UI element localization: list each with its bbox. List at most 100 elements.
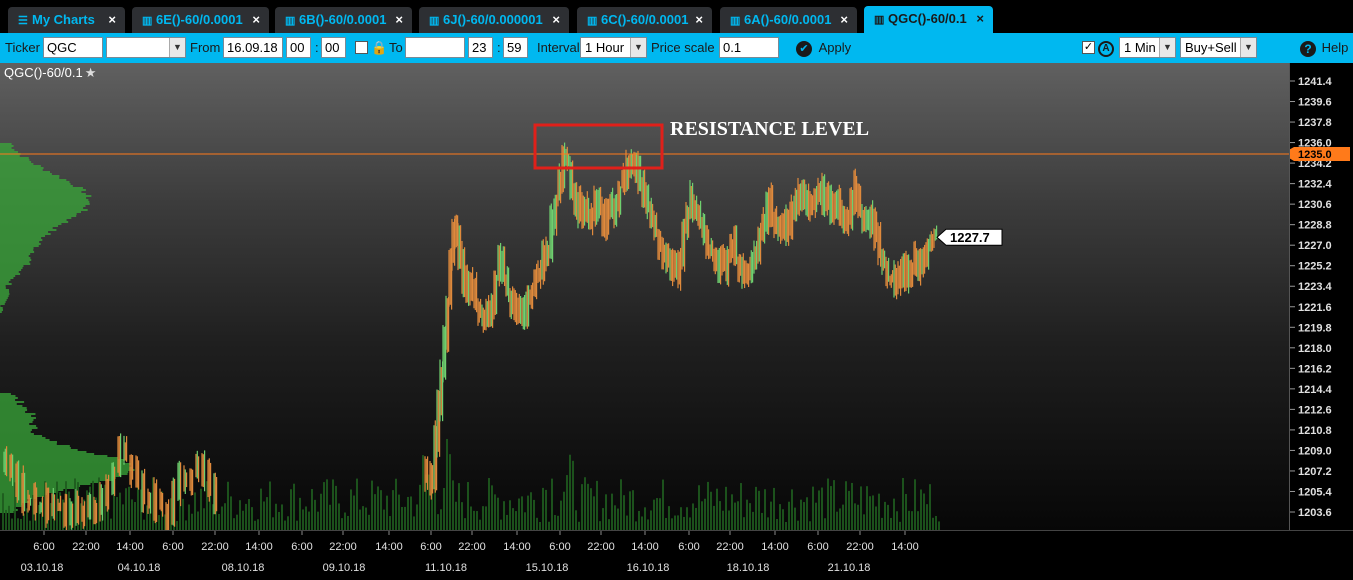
volume-bar	[158, 515, 160, 530]
close-icon[interactable]: ×	[695, 7, 703, 33]
to-minute-input[interactable]: 59	[503, 37, 528, 58]
resistance-price-tag: 1235.0	[1290, 146, 1350, 161]
price-tick-label: 1239.6	[1298, 97, 1332, 109]
volume-bar	[8, 505, 10, 530]
volume-bar	[530, 492, 532, 530]
tab-6a[interactable]: ▥ 6A()-60/0.0001 ×	[720, 7, 857, 33]
volume-bar	[539, 521, 541, 530]
lock-icon[interactable]: 🔒	[371, 33, 387, 63]
volume-bar	[881, 517, 883, 530]
volume-bar	[128, 486, 130, 530]
volume-bar	[302, 509, 304, 530]
volume-bar	[575, 510, 577, 530]
profile-bar	[0, 435, 43, 437]
volume-bar	[350, 489, 352, 530]
profile-bar	[0, 433, 34, 435]
interval-select[interactable]: 1 Hour ▼	[580, 37, 647, 58]
star-icon[interactable]: ★	[85, 65, 97, 80]
from-minute-input[interactable]: 00	[321, 37, 346, 58]
time-tick-label: 6:00	[291, 541, 312, 553]
price-tick-label: 1219.8	[1298, 322, 1332, 334]
date-tick-label: 11.10.18	[425, 562, 467, 574]
volume-bar	[581, 484, 583, 530]
help-icon: ?	[1300, 40, 1316, 57]
volume-bar	[488, 478, 490, 530]
profile-bar	[0, 303, 5, 305]
volume-bar	[590, 488, 592, 530]
close-icon[interactable]: ×	[252, 7, 260, 33]
time-tick-label: 6:00	[33, 541, 54, 553]
volume-bar	[908, 510, 910, 530]
volume-bar	[287, 516, 289, 530]
auto-icon[interactable]: A	[1098, 33, 1114, 63]
profile-bar	[0, 163, 34, 165]
resistance-annotation-box	[533, 123, 664, 170]
volume-bar	[542, 487, 544, 530]
volume-bar	[473, 510, 475, 530]
tab-6e[interactable]: ▥ 6E()-60/0.0001 ×	[132, 7, 269, 33]
profile-bar	[0, 287, 6, 289]
tab-my-charts[interactable]: ☰ My Charts ×	[8, 7, 125, 33]
profile-bar	[0, 177, 60, 179]
volume-bar	[656, 498, 658, 530]
volume-bar	[404, 506, 406, 530]
volume-bar	[839, 508, 841, 530]
tab-qgc[interactable]: ▥ QGC()-60/0.1 ×	[864, 6, 993, 33]
close-icon[interactable]: ×	[976, 6, 984, 32]
from-date-input[interactable]: 16.09.18	[223, 37, 283, 58]
volume-bar	[242, 510, 244, 530]
profile-bar	[0, 399, 16, 401]
profile-bar	[0, 197, 87, 199]
volume-bar	[641, 516, 643, 530]
volume-bar	[200, 488, 202, 530]
volume-bar	[734, 502, 736, 530]
volume-bar	[563, 491, 565, 530]
tab-6b[interactable]: ▥ 6B()-60/0.0001 ×	[275, 7, 412, 33]
volume-bar	[749, 503, 751, 530]
to-hour-input[interactable]: 23	[468, 37, 493, 58]
to-date-input[interactable]	[405, 37, 465, 58]
tab-6j[interactable]: ▥ 6J()-60/0.000001 ×	[419, 7, 569, 33]
volume-bar	[713, 505, 715, 530]
close-icon[interactable]: ×	[552, 7, 560, 33]
close-icon[interactable]: ×	[395, 7, 403, 33]
volume-bar	[551, 478, 553, 530]
volume-bar	[437, 514, 439, 530]
profile-bar	[0, 145, 14, 147]
chart-canvas[interactable]: RESISTANCE LEVEL 1227.7 QGC()-60/0.1 ★	[0, 63, 1289, 530]
to-enable-checkbox[interactable]	[355, 41, 368, 54]
apply-button[interactable]: ✔ Apply	[796, 33, 851, 63]
last-price-tag-text: 1227.7	[950, 230, 990, 245]
volume-bar	[197, 511, 199, 530]
volume-bar	[797, 520, 799, 530]
time-tick-label: 14:00	[761, 541, 789, 553]
price-scale-input[interactable]: 0.1	[719, 37, 779, 58]
aggregation-select[interactable]: 1 Min ▼	[1119, 37, 1176, 58]
profile-bar	[0, 283, 12, 285]
volume-bar	[782, 509, 784, 530]
tab-label: 6C()-60/0.0001	[601, 12, 689, 27]
bar-chart-icon: ▥	[730, 15, 741, 27]
help-button[interactable]: ? Help	[1300, 33, 1348, 63]
volume-bar	[257, 519, 259, 530]
toolbar: Ticker QGC ▼ From 16.09.18 00 : 00 🔒 To …	[0, 33, 1353, 63]
tab-6c[interactable]: ▥ 6C()-60/0.0001 ×	[577, 7, 712, 33]
auto-checkbox[interactable]: ✓	[1082, 41, 1095, 54]
profile-bar	[0, 423, 30, 425]
time-tick-label: 22:00	[587, 541, 615, 553]
price-tick-label: 1221.6	[1298, 302, 1332, 314]
close-icon[interactable]: ×	[108, 7, 116, 33]
from-hour-input[interactable]: 00	[286, 37, 311, 58]
side-select[interactable]: Buy+Sell ▼	[1180, 37, 1257, 58]
volume-bar	[512, 508, 514, 530]
ticker-select[interactable]: ▼	[106, 37, 186, 58]
ticker-input[interactable]: QGC	[43, 37, 103, 58]
price-tick-label: 1241.4	[1298, 76, 1333, 88]
volume-bar	[710, 491, 712, 530]
volume-bar	[857, 504, 859, 530]
profile-bar	[0, 407, 27, 409]
profile-bar	[0, 215, 77, 217]
close-icon[interactable]: ×	[840, 7, 848, 33]
profile-bar	[0, 223, 62, 225]
volume-bar	[611, 493, 613, 530]
